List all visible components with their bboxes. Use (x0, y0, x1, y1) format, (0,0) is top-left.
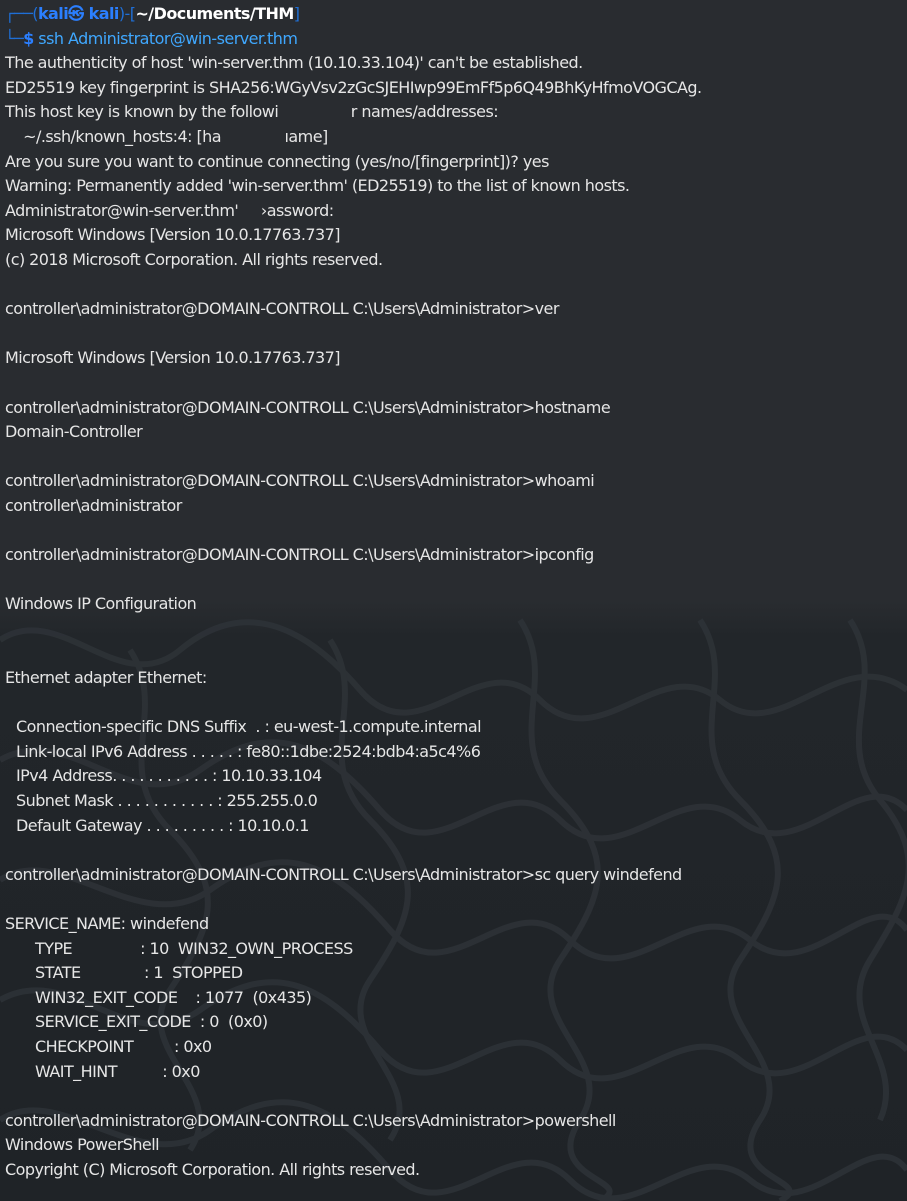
output-line: Windows PowerShell (5, 1135, 160, 1155)
output-line: WAIT_HINT : 0x0 (35, 1061, 200, 1081)
prompt-close: ] (293, 4, 300, 23)
cmd-line: controller\administrator@DOMAIN-CONTROLL… (5, 397, 611, 417)
prompt-dollar: $ (23, 28, 34, 48)
output-line: CHECKPOINT : 0x0 (35, 1036, 212, 1056)
output-line: This host key is known by the followi r … (5, 102, 499, 122)
output-line: SERVICE_EXIT_CODE : 0 (0x0) (35, 1012, 268, 1032)
output-line: Link-local IPv6 Address . . . . . : fe80… (16, 741, 481, 761)
output-line: Windows IP Configuration (5, 594, 197, 614)
output-line: The authenticity of host 'win-server.thm… (5, 53, 583, 73)
terminal-window[interactable]: ┌──(kali㉿ kali)-[~/Documents/THM] └─$ ss… (0, 0, 907, 1201)
prompt-separator: )-[ (118, 4, 136, 23)
output-line: Are you sure you want to continue connec… (5, 151, 549, 171)
cmd-line: controller\administrator@DOMAIN-CONTROLL… (5, 1110, 616, 1130)
output-line: SERVICE_NAME: windefend (5, 913, 209, 933)
cmd-line: controller\administrator@DOMAIN-CONTROLL… (5, 471, 595, 491)
output-line: Microsoft Windows [Version 10.0.17763.73… (5, 348, 341, 368)
output-line: Default Gateway . . . . . . . . . : 10.1… (16, 815, 309, 835)
output-line: WIN32_EXIT_CODE : 1077 (0x435) (35, 987, 312, 1007)
prompt-path: ~/Documents/THM (135, 4, 294, 23)
output-line: Ethernet adapter Ethernet: (5, 668, 207, 688)
output-line: controller\administrator (5, 495, 182, 515)
output-line: Connection-specific DNS Suffix . : eu-we… (16, 717, 482, 737)
ssh-command: ssh Administrator@win-server.thm (33, 28, 298, 48)
output-line: Administrator@win-server.thm' ›assword: (5, 200, 334, 220)
cmd-line: controller\administrator@DOMAIN-CONTROLL… (5, 545, 594, 565)
output-line: ED25519 key fingerprint is SHA256:WGyVsv… (5, 77, 702, 97)
cmd-line: controller\administrator@DOMAIN-CONTROLL… (5, 299, 559, 319)
prompt-corner-top: ┌──( (5, 4, 39, 23)
prompt-corner-bottom: └─ (5, 28, 24, 48)
output-line: (c) 2018 Microsoft Corporation. All righ… (5, 249, 383, 269)
prompt-header: ┌──(kali㉿ kali)-[~/Documents/THM] (5, 2, 907, 27)
output-line: TYPE : 10 WIN32_OWN_PROCESS (35, 938, 353, 958)
output-line: ~/.ssh/known_hosts:4: [ha ıame] (5, 126, 328, 146)
output-line: Copyright (C) Microsoft Corporation. All… (5, 1159, 420, 1179)
output-line: Warning: Permanently added 'win-server.t… (5, 176, 630, 196)
output-line: Microsoft Windows [Version 10.0.17763.73… (5, 225, 341, 245)
output-line: Subnet Mask . . . . . . . . . . . : 255.… (16, 791, 318, 810)
terminal-output[interactable]: ┌──(kali㉿ kali)-[~/Documents/THM] └─$ ss… (0, 0, 907, 1183)
output-line: IPv4 Address. . . . . . . . . . . : 10.1… (16, 766, 322, 786)
output-line: STATE : 1 STOPPED (35, 963, 243, 983)
cmd-line: controller\administrator@DOMAIN-CONTROLL… (5, 864, 682, 884)
prompt-command-line: └─$ ssh Administrator@win-server.thm (5, 27, 907, 52)
output-line: Domain-Controller (5, 422, 143, 442)
prompt-user: kali㉿ kali (37, 4, 119, 23)
